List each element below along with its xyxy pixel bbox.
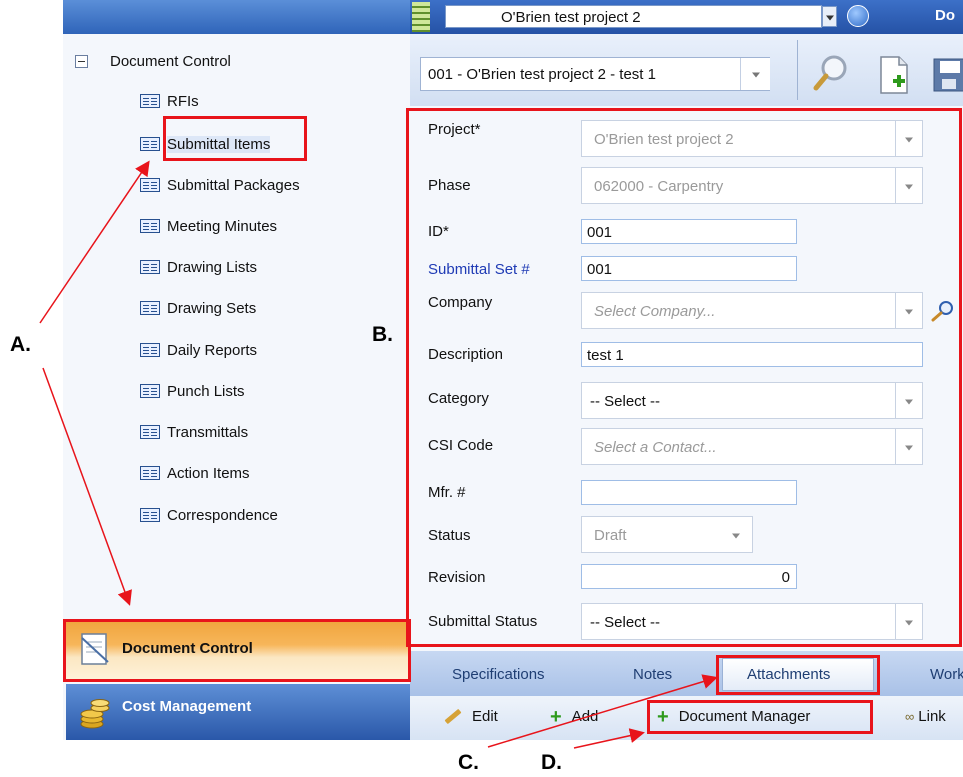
tree-item-label: Drawing Sets: [167, 299, 257, 317]
tree-item-daily-reports[interactable]: Daily Reports: [140, 339, 257, 361]
highlight-form: [406, 108, 962, 647]
collapse-icon[interactable]: [75, 54, 88, 68]
highlight-document-control: [63, 619, 411, 682]
module-icon: [140, 425, 160, 439]
highlight-submittal-items: [163, 116, 307, 161]
tree-item-rfis[interactable]: RFIs: [140, 90, 199, 112]
annotation-b: B.: [372, 323, 393, 346]
project-select[interactable]: O'Brien test project 2: [445, 5, 822, 28]
module-icon: [140, 384, 160, 398]
grid-icon: [412, 2, 430, 32]
edit-button-label: Edit: [472, 708, 498, 725]
link-button[interactable]: ∞ Link: [905, 708, 946, 725]
nav-cost-management-label: Cost Management: [122, 698, 252, 715]
coins-icon: [80, 699, 110, 729]
module-icon: [140, 466, 160, 480]
search-icon[interactable]: [812, 53, 852, 93]
tree-item-transmittals[interactable]: Transmittals: [140, 421, 248, 443]
plus-icon: +: [550, 705, 562, 728]
pencil-icon: [444, 708, 462, 725]
tree-item-label: Daily Reports: [167, 341, 258, 359]
tree-item-label: Drawing Lists: [167, 258, 258, 276]
tree-item-label: Meeting Minutes: [167, 217, 278, 235]
annotation-c: C.: [458, 751, 479, 774]
info-icon[interactable]: [847, 5, 869, 27]
tree-item-drawing-sets[interactable]: Drawing Sets: [140, 297, 256, 319]
toolbar-divider: [797, 40, 798, 100]
tab-workflow[interactable]: Workf: [930, 666, 963, 683]
link-button-label: Link: [918, 708, 946, 725]
module-icon: [140, 219, 160, 233]
tree-item-correspondence[interactable]: Correspondence: [140, 504, 278, 526]
record-dropdown-button[interactable]: [740, 58, 770, 90]
module-icon: [140, 260, 160, 274]
add-button[interactable]: + Add: [550, 705, 599, 728]
add-button-label: Add: [571, 708, 599, 725]
tree-item-submittal-packages[interactable]: Submittal Packages: [140, 174, 300, 196]
record-select[interactable]: 001 - O'Brien test project 2 - test 1: [420, 57, 770, 91]
tab-notes[interactable]: Notes: [633, 666, 672, 683]
highlight-document-manager: [647, 700, 873, 734]
nav-cost-management[interactable]: Cost Management: [66, 684, 410, 740]
chevron-down-icon: [825, 15, 834, 20]
project-select-value: O'Brien test project 2: [501, 9, 641, 26]
tree-item-label: Action Items: [167, 464, 250, 482]
tree-item-drawing-lists[interactable]: Drawing Lists: [140, 256, 257, 278]
annotation-d: D.: [541, 751, 562, 774]
tree-root[interactable]: Document Control: [75, 50, 231, 72]
module-icon: [140, 137, 160, 151]
tree-item-meeting-minutes[interactable]: Meeting Minutes: [140, 215, 277, 237]
tree-item-label: Correspondence: [167, 506, 278, 524]
tree-item-label: Submittal Packages: [167, 176, 300, 194]
module-title: Do: [935, 7, 955, 24]
module-icon: [140, 508, 160, 522]
chain-link-icon: ∞: [905, 709, 915, 724]
module-icon: [140, 178, 160, 192]
module-icon: [140, 94, 160, 108]
tab-specifications[interactable]: Specifications: [452, 666, 545, 683]
project-dropdown-button[interactable]: [822, 6, 837, 27]
module-icon: [140, 343, 160, 357]
chevron-down-icon: [751, 72, 760, 78]
tree-item-label: Transmittals: [167, 423, 249, 441]
tree-item-action-items[interactable]: Action Items: [140, 462, 250, 484]
navigation-header: [63, 0, 410, 34]
tree-root-label: Document Control: [110, 52, 231, 70]
highlight-attachments-tab: [716, 655, 880, 695]
save-icon[interactable]: [932, 55, 963, 95]
tree-item-punch-lists[interactable]: Punch Lists: [140, 380, 245, 402]
new-document-icon[interactable]: [877, 55, 911, 95]
tree-item-label: Punch Lists: [167, 382, 245, 400]
record-select-value: 001 - O'Brien test project 2 - test 1: [428, 66, 656, 83]
edit-button[interactable]: Edit: [444, 708, 498, 725]
module-icon: [140, 301, 160, 315]
annotation-a: A.: [10, 333, 31, 356]
tree-item-label: RFIs: [167, 92, 199, 110]
